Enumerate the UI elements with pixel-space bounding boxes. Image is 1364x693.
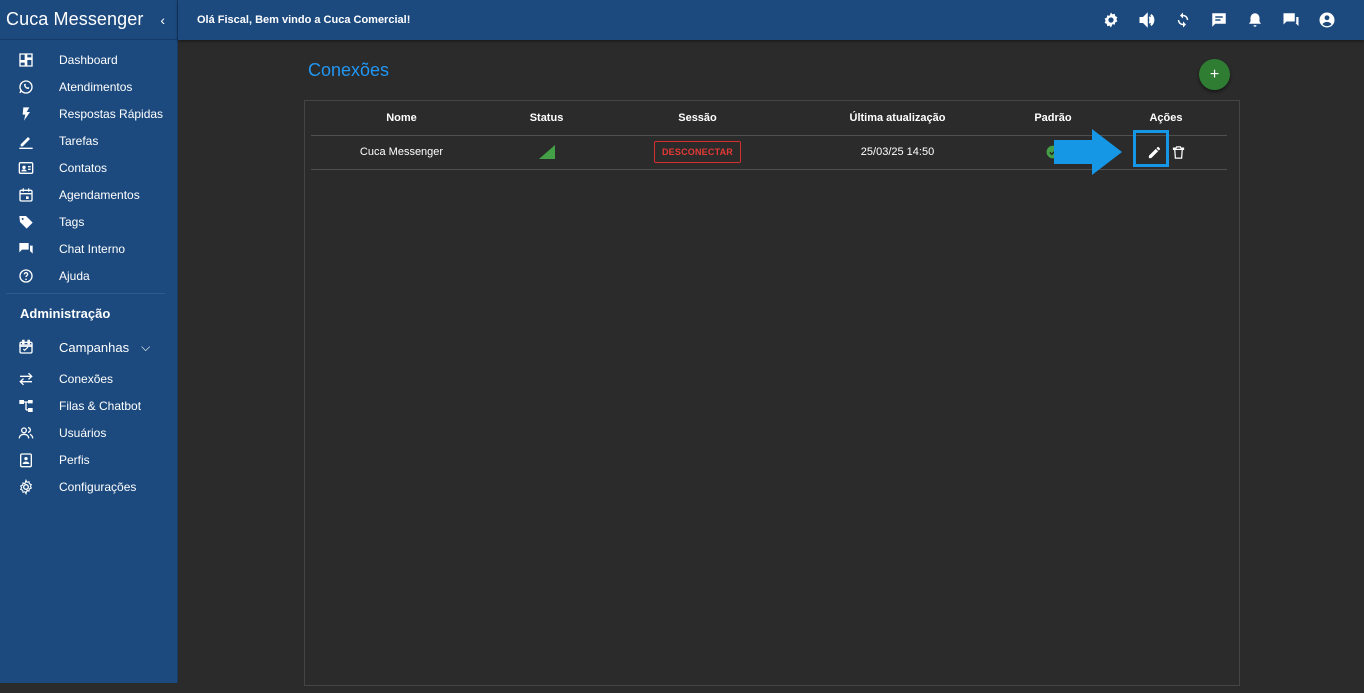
swap-icon bbox=[18, 371, 34, 387]
column-header-ultima-atualizacao: Última atualização bbox=[849, 112, 946, 124]
sidebar: Cuca Messenger ‹ Dashboard Atendimentos … bbox=[0, 0, 178, 693]
tag-icon bbox=[18, 214, 34, 230]
disconnect-button[interactable]: DESCONECTAR bbox=[653, 141, 742, 163]
chat-icon[interactable] bbox=[1281, 10, 1301, 30]
event-icon bbox=[18, 339, 34, 355]
contact-card-icon bbox=[18, 160, 34, 176]
sidebar-item-label: Tags bbox=[59, 214, 85, 229]
column-header-nome: Nome bbox=[386, 112, 417, 124]
sidebar-item-filas-chatbot[interactable]: Filas & Chatbot bbox=[0, 392, 177, 419]
sidebar-item-configuracoes[interactable]: Configurações bbox=[0, 473, 177, 500]
brand-bar: Cuca Messenger ‹ bbox=[0, 0, 177, 40]
session-cell: DESCONECTAR bbox=[601, 141, 794, 163]
gear-icon bbox=[18, 478, 34, 495]
message-icon[interactable] bbox=[1209, 10, 1229, 30]
sidebar-item-label: Agendamentos bbox=[59, 187, 140, 202]
calendar-icon bbox=[18, 187, 34, 203]
sidebar-item-label: Filas & Chatbot bbox=[59, 398, 142, 413]
delete-icon[interactable] bbox=[1168, 142, 1188, 162]
admin-nav: Campanhas ⌵ Conexões Filas & Chatbot Usu… bbox=[0, 329, 177, 500]
sidebar-item-atendimentos[interactable]: Atendimentos bbox=[0, 73, 177, 100]
sidebar-item-ajuda[interactable]: Ajuda bbox=[0, 262, 177, 289]
admin-section-title: Administração bbox=[20, 306, 111, 321]
dashboard-icon bbox=[18, 52, 34, 68]
sidebar-item-label: Campanhas bbox=[59, 339, 130, 355]
whatsapp-icon bbox=[18, 79, 34, 95]
forum-icon bbox=[18, 241, 34, 257]
sidebar-item-label: Conexões bbox=[59, 371, 114, 386]
top-app-bar: Olá Fiscal, Bem vindo a Cuca Comercial! bbox=[178, 0, 1364, 40]
sidebar-item-label: Chat Interno bbox=[59, 241, 126, 256]
last-updated: 25/03/25 14:50 bbox=[860, 146, 935, 158]
sidebar-item-chat-interno[interactable]: Chat Interno bbox=[0, 235, 177, 262]
sidebar-item-dashboard[interactable]: Dashboard bbox=[0, 46, 177, 73]
sidebar-item-label: Ajuda bbox=[59, 268, 90, 283]
sidebar-item-label: Atendimentos bbox=[59, 79, 133, 94]
sidebar-item-agendamentos[interactable]: Agendamentos bbox=[0, 181, 177, 208]
pointer-arrow-icon bbox=[1054, 129, 1122, 175]
welcome-message: Olá Fiscal, Bem vindo a Cuca Comercial! bbox=[197, 14, 411, 26]
help-icon bbox=[18, 268, 34, 284]
sidebar-item-campanhas[interactable]: Campanhas ⌵ bbox=[0, 329, 177, 365]
highlight-box bbox=[1133, 130, 1169, 167]
sidebar-item-tags[interactable]: Tags bbox=[0, 208, 177, 235]
column-header-padrao: Padrão bbox=[1034, 112, 1072, 124]
sidebar-item-perfis[interactable]: Perfis bbox=[0, 446, 177, 473]
main-nav: Dashboard Atendimentos Respostas Rápidas… bbox=[0, 40, 177, 289]
sidebar-item-label: Tarefas bbox=[59, 133, 99, 148]
sidebar-item-label: Contatos bbox=[59, 160, 108, 175]
collapse-sidebar-icon[interactable]: ‹ bbox=[160, 12, 165, 28]
sidebar-item-contatos[interactable]: Contatos bbox=[0, 154, 177, 181]
page-title: Conexões bbox=[308, 60, 390, 80]
add-connection-button[interactable]: + bbox=[1199, 59, 1230, 90]
chevron-down-icon: ⌵ bbox=[141, 339, 151, 354]
pencil-icon bbox=[18, 133, 34, 149]
tree-icon bbox=[18, 398, 34, 414]
sidebar-item-respostas-rapidas[interactable]: Respostas Rápidas bbox=[0, 100, 177, 127]
sidebar-item-label: Dashboard bbox=[59, 52, 118, 67]
sidebar-item-usuarios[interactable]: Usuários bbox=[0, 419, 177, 446]
sidebar-item-label: Respostas Rápidas bbox=[59, 106, 164, 121]
settings-icon[interactable] bbox=[1101, 10, 1121, 30]
account-icon[interactable] bbox=[1317, 10, 1337, 30]
sidebar-scroll-edge bbox=[0, 683, 178, 693]
sidebar-item-conexoes[interactable]: Conexões bbox=[0, 365, 177, 392]
badge-icon bbox=[18, 452, 34, 468]
column-header-sessao: Sessão bbox=[678, 112, 717, 124]
refresh-icon[interactable] bbox=[1173, 10, 1193, 30]
bolt-icon bbox=[18, 106, 34, 122]
header-icons bbox=[1101, 10, 1364, 30]
sidebar-divider bbox=[6, 293, 165, 294]
sidebar-item-label: Perfis bbox=[59, 452, 90, 467]
volume-icon[interactable] bbox=[1137, 10, 1157, 30]
column-header-acoes: Ações bbox=[1149, 112, 1183, 124]
column-header-status: Status bbox=[529, 112, 564, 124]
connections-table: Nome Status Sessão Última atualização Pa… bbox=[304, 100, 1240, 686]
bell-icon[interactable] bbox=[1245, 10, 1265, 30]
connection-name: Cuca Messenger bbox=[359, 146, 444, 158]
sidebar-item-label: Usuários bbox=[59, 425, 107, 440]
status-signal-icon bbox=[492, 145, 601, 159]
brand-name: Cuca Messenger bbox=[6, 9, 144, 29]
users-icon bbox=[18, 425, 34, 441]
sidebar-item-label: Configurações bbox=[59, 479, 137, 494]
sidebar-item-tarefas[interactable]: Tarefas bbox=[0, 127, 177, 154]
